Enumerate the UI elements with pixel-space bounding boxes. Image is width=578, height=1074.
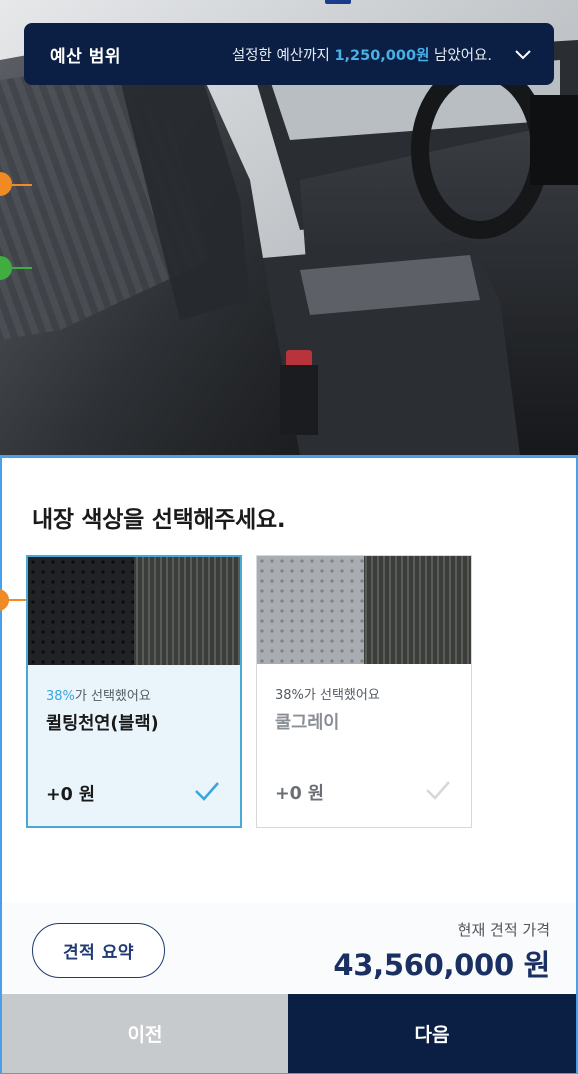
interior-color-panel: 내장 색상을 선택해주세요. 38%가 선택했어요 퀼팅천연(블랙) +0 원 … [0,455,578,1074]
swatch-black-image [28,557,240,665]
swatch-black [28,557,240,665]
budget-suffix: 남았어요. [429,47,492,64]
popularity-percent: 38% [275,688,304,703]
swatch-cool-gray-image [257,556,471,664]
budget-amount: 1,250,000원 [334,47,430,64]
next-button[interactable]: 다음 [288,994,576,1073]
color-option-card-cool-gray[interactable]: 38%가 선택했어요 쿨그레이 +0 원 [256,555,472,828]
current-price-value: 43,560,000 원 [333,948,550,982]
budget-range-bar[interactable]: 예산 범위 설정한 예산까지 1,250,000원 남았어요. [24,23,554,85]
check-icon [195,782,219,801]
budget-prefix: 설정한 예산까지 [231,47,335,64]
hotspot-orange-line [12,184,32,186]
hero-page-indicator [325,0,351,4]
option-price: +0 원 [46,785,96,805]
section-title: 내장 색상을 선택해주세요. [32,507,286,533]
hotspot-green-line [12,267,32,269]
swatch-cool-gray [257,556,471,664]
prev-button[interactable]: 이전 [2,994,288,1073]
chevron-down-icon[interactable] [514,45,532,63]
budget-title: 예산 범위 [50,46,121,67]
popularity-suffix: 가 선택했어요 [74,689,151,704]
current-price-label: 현재 견적 가격 [457,921,550,939]
color-option-card-black[interactable]: 38%가 선택했어요 퀼팅천연(블랙) +0 원 [26,555,242,828]
footer-nav: 이전 다음 [2,994,576,1073]
option-popularity: 38%가 선택했어요 [46,685,151,704]
option-popularity: 38%가 선택했어요 [275,684,380,703]
option-name: 쿨그레이 [275,713,340,733]
budget-remaining-text: 설정한 예산까지 1,250,000원 남았어요. [232,44,492,65]
popularity-percent: 38% [46,689,75,704]
interior-hero-image: 예산 범위 설정한 예산까지 1,250,000원 남았어요. [0,0,578,455]
option-price: +0 원 [275,784,325,804]
quote-summary-button[interactable]: 견적 요약 [32,923,165,978]
option-name: 퀼팅천연(블랙) [46,714,159,734]
check-icon [426,781,450,800]
popularity-suffix: 가 선택했어요 [303,688,380,703]
